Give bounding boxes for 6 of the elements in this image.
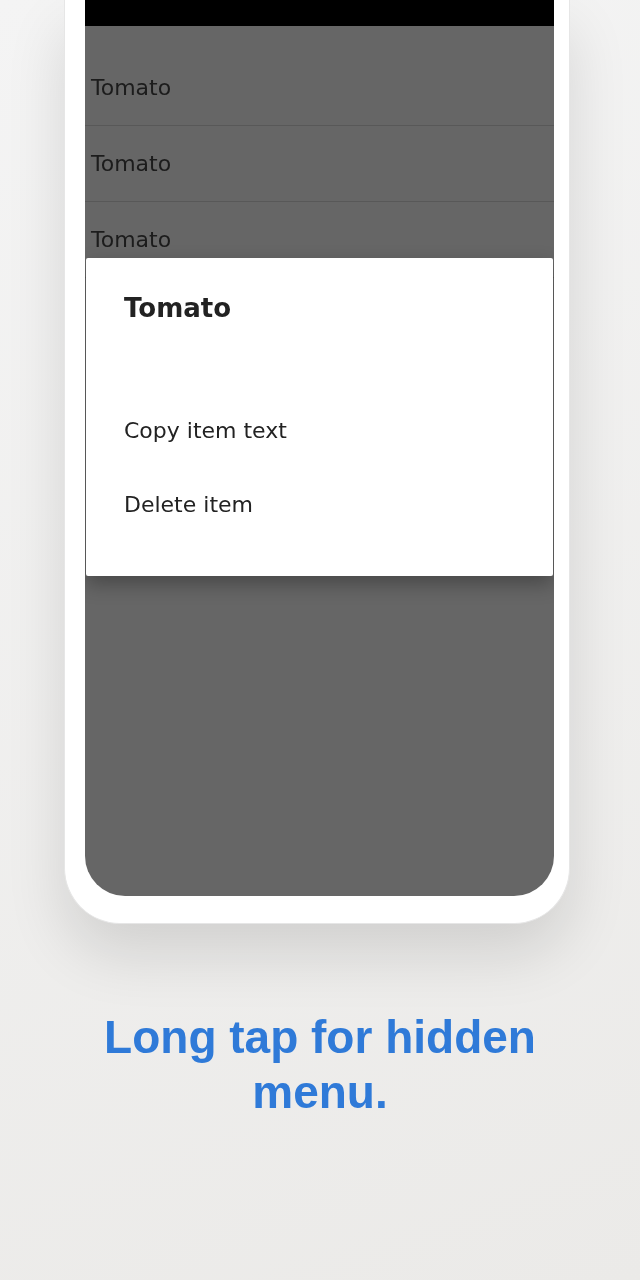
list-item[interactable]: Tomato	[85, 50, 554, 126]
dialog-title: Tomato	[124, 292, 233, 325]
menu-item[interactable]: Delete item	[124, 488, 515, 522]
caption-text: Long tap for hidden menu.	[103, 1010, 537, 1120]
menu-item[interactable]: Copy item text	[124, 414, 515, 448]
list-item[interactable]: Tomato	[85, 126, 554, 202]
